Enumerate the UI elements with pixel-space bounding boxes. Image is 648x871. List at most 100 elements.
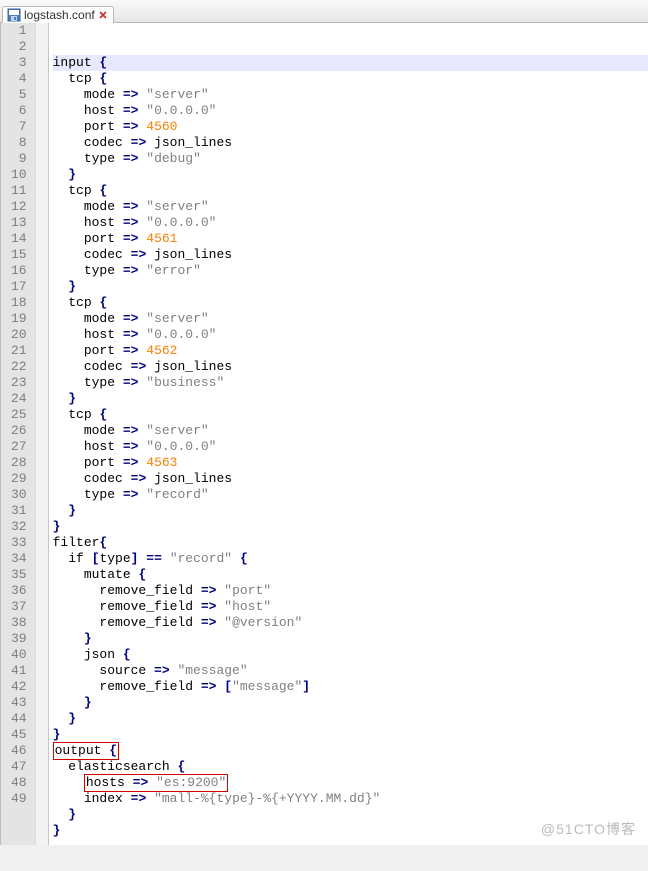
- fold-column[interactable]: [36, 23, 49, 845]
- line-number: 46: [11, 743, 27, 759]
- code-line[interactable]: mode => "server": [53, 87, 648, 103]
- line-number: 36: [11, 583, 27, 599]
- line-number: 41: [11, 663, 27, 679]
- line-number: 22: [11, 359, 27, 375]
- code-line[interactable]: }: [53, 519, 648, 535]
- code-line[interactable]: index => "mall-%{type}-%{+YYYY.MM.dd}": [53, 791, 648, 807]
- code-line[interactable]: json {: [53, 647, 648, 663]
- code-line[interactable]: mode => "server": [53, 311, 648, 327]
- watermark: @51CTO博客: [541, 821, 636, 837]
- line-number: 29: [11, 471, 27, 487]
- line-number: 35: [11, 567, 27, 583]
- line-number: 13: [11, 215, 27, 231]
- code-line[interactable]: type => "record": [53, 487, 648, 503]
- code-area[interactable]: input { tcp { mode => "server" host => "…: [49, 23, 648, 845]
- line-number: 25: [11, 407, 27, 423]
- code-line[interactable]: output {: [53, 743, 648, 759]
- code-line[interactable]: elasticsearch {: [53, 759, 648, 775]
- line-number: 6: [11, 103, 27, 119]
- code-line[interactable]: type => "error": [53, 263, 648, 279]
- line-number: 26: [11, 423, 27, 439]
- code-line[interactable]: }: [53, 711, 648, 727]
- line-number: 28: [11, 455, 27, 471]
- tab-bar: logstash.conf: [0, 0, 648, 23]
- close-icon[interactable]: [97, 9, 109, 21]
- code-line[interactable]: if [type] == "record" {: [53, 551, 648, 567]
- line-number: 23: [11, 375, 27, 391]
- line-number: 24: [11, 391, 27, 407]
- code-line[interactable]: remove_field => "host": [53, 599, 648, 615]
- code-line[interactable]: }: [53, 695, 648, 711]
- code-line[interactable]: port => 4560: [53, 119, 648, 135]
- line-number: 49: [11, 791, 27, 807]
- line-number: 45: [11, 727, 27, 743]
- line-number: 34: [11, 551, 27, 567]
- code-line[interactable]: type => "business": [53, 375, 648, 391]
- line-number: 12: [11, 199, 27, 215]
- code-line[interactable]: }: [53, 279, 648, 295]
- code-line[interactable]: host => "0.0.0.0": [53, 327, 648, 343]
- line-number: 43: [11, 695, 27, 711]
- code-line[interactable]: source => "message": [53, 663, 648, 679]
- code-line[interactable]: codec => json_lines: [53, 359, 648, 375]
- tab-filename: logstash.conf: [24, 8, 95, 22]
- code-line[interactable]: type => "debug": [53, 151, 648, 167]
- line-number: 9: [11, 151, 27, 167]
- line-number: 7: [11, 119, 27, 135]
- line-number: 20: [11, 327, 27, 343]
- code-line[interactable]: codec => json_lines: [53, 471, 648, 487]
- code-line[interactable]: codec => json_lines: [53, 247, 648, 263]
- line-number: 4: [11, 71, 27, 87]
- line-number: 32: [11, 519, 27, 535]
- line-number: 31: [11, 503, 27, 519]
- code-line[interactable]: }: [53, 391, 648, 407]
- line-number: 16: [11, 263, 27, 279]
- code-line[interactable]: host => "0.0.0.0": [53, 215, 648, 231]
- line-number: 10: [11, 167, 27, 183]
- code-line[interactable]: mode => "server": [53, 199, 648, 215]
- code-line[interactable]: }: [53, 727, 648, 743]
- code-line[interactable]: tcp {: [53, 71, 648, 87]
- code-line[interactable]: mode => "server": [53, 423, 648, 439]
- code-line[interactable]: tcp {: [53, 295, 648, 311]
- code-line[interactable]: input {: [53, 55, 648, 71]
- line-number: 40: [11, 647, 27, 663]
- file-tab[interactable]: logstash.conf: [2, 6, 114, 23]
- disk-icon: [7, 8, 21, 22]
- line-number: 21: [11, 343, 27, 359]
- line-number: 48: [11, 775, 27, 791]
- code-line[interactable]: tcp {: [53, 407, 648, 423]
- code-line[interactable]: remove_field => "@version": [53, 615, 648, 631]
- line-number: 1: [11, 23, 27, 39]
- line-number: 30: [11, 487, 27, 503]
- code-line[interactable]: }: [53, 631, 648, 647]
- code-line[interactable]: tcp {: [53, 183, 648, 199]
- line-number: 15: [11, 247, 27, 263]
- code-line[interactable]: port => 4562: [53, 343, 648, 359]
- line-number: 5: [11, 87, 27, 103]
- code-line[interactable]: filter{: [53, 535, 648, 551]
- code-line[interactable]: mutate {: [53, 567, 648, 583]
- code-line[interactable]: port => 4561: [53, 231, 648, 247]
- code-line[interactable]: host => "0.0.0.0": [53, 439, 648, 455]
- line-number: 17: [11, 279, 27, 295]
- code-line[interactable]: hosts => "es:9200": [53, 775, 648, 791]
- line-number: 47: [11, 759, 27, 775]
- code-editor[interactable]: 1234567891011121314151617181920212223242…: [0, 23, 648, 845]
- code-line[interactable]: codec => json_lines: [53, 135, 648, 151]
- code-line[interactable]: }: [53, 167, 648, 183]
- code-line[interactable]: port => 4563: [53, 455, 648, 471]
- line-number: 37: [11, 599, 27, 615]
- code-line[interactable]: }: [53, 503, 648, 519]
- line-number-gutter: 1234567891011121314151617181920212223242…: [1, 23, 36, 845]
- code-line[interactable]: host => "0.0.0.0": [53, 103, 648, 119]
- line-number: 33: [11, 535, 27, 551]
- line-number: 2: [11, 39, 27, 55]
- code-line[interactable]: remove_field => ["message"]: [53, 679, 648, 695]
- line-number: 11: [11, 183, 27, 199]
- line-number: 8: [11, 135, 27, 151]
- code-line[interactable]: remove_field => "port": [53, 583, 648, 599]
- line-number: 18: [11, 295, 27, 311]
- line-number: 14: [11, 231, 27, 247]
- line-number: 38: [11, 615, 27, 631]
